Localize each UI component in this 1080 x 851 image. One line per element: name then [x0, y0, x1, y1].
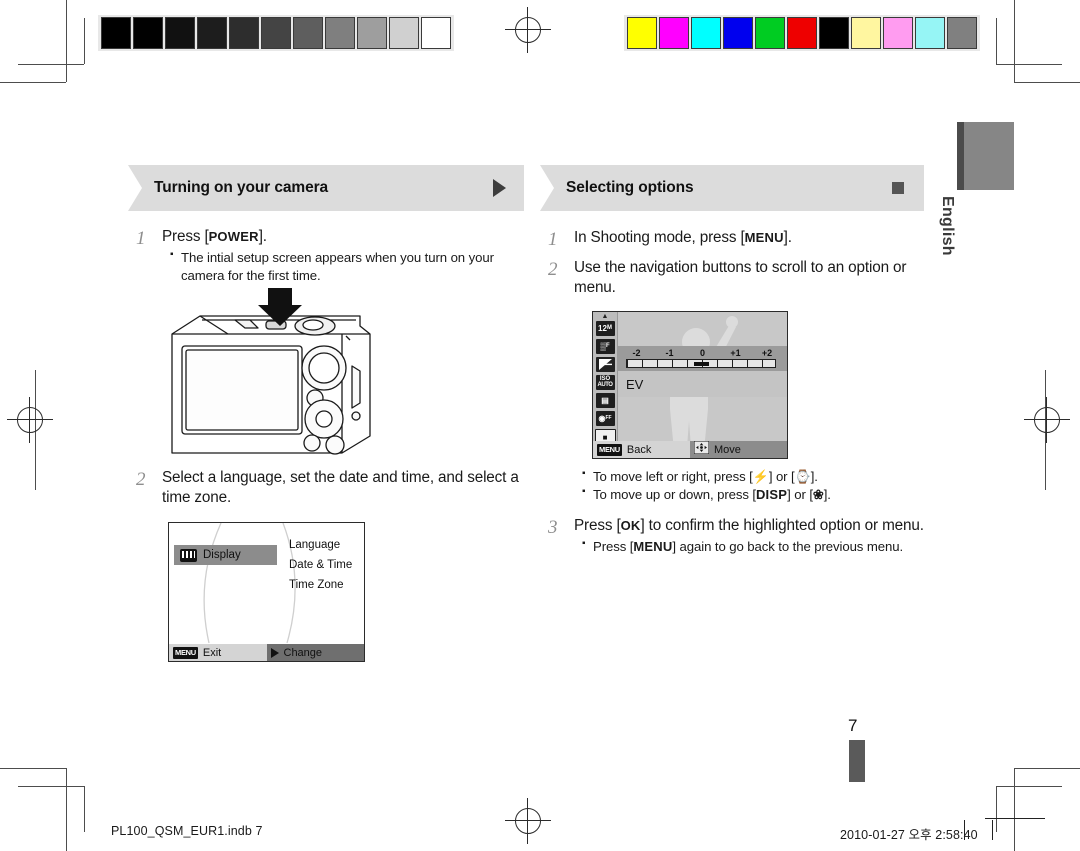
column-left-step2-wrap: 2 Select a language, set the date and ti…	[128, 468, 528, 509]
step-text: Press [POWER].	[162, 228, 267, 245]
bottom-bar-back-label: Back	[626, 443, 652, 456]
bullet-move-left-right: To move left or right, press [⚡] or [⌚].	[582, 467, 940, 486]
submenu-item-time-zone[interactable]: Time Zone	[289, 575, 352, 595]
ev-value-marker[interactable]	[694, 362, 709, 366]
footer-timestamp: 2010-01-27 오후 2:58:40	[840, 828, 978, 842]
chevron-up-icon[interactable]: ▲	[602, 313, 609, 320]
ev-scale-ticks: -2 -1 0 +1 +2	[626, 348, 776, 358]
ev-exposure-icon[interactable]	[595, 356, 615, 372]
section-title: Selecting options	[566, 179, 694, 196]
footer-rule	[985, 818, 1045, 819]
ev-option-label: EV	[626, 376, 644, 392]
page-number-bar	[849, 740, 865, 782]
section-header-selecting-options: Selecting options	[540, 165, 924, 211]
menu-chip-icon: MENU	[173, 646, 198, 659]
step-bullet: Press [MENU] again to go back to the pre…	[582, 537, 940, 556]
ev-bottom-bar: MENU Back Move	[593, 440, 787, 459]
ev-tick-label: -1	[665, 348, 674, 358]
display-icon	[180, 548, 197, 562]
step-number: 1	[548, 229, 558, 250]
iso-auto-icon[interactable]: ISO AUTO	[595, 374, 615, 390]
footer-filename: PL100_QSM_EUR1.indb 7	[111, 824, 263, 838]
section-header-turning-on: Turning on your camera	[128, 165, 524, 211]
square-icon	[892, 182, 904, 194]
bottom-bar-move-label: Move	[714, 443, 741, 456]
ev-option-screenshot: ▲ 12M ▒F ISOAUTO ▤ ◉FF ■ ▼ -2 -1 0 +1 +2	[592, 311, 788, 459]
ev-tick-label: +1	[730, 348, 741, 358]
step-2: 2 Use the navigation buttons to scroll t…	[540, 258, 940, 299]
column-left: Turning on your camera 1 Press [POWER]. …	[128, 165, 528, 284]
submenu-item-language[interactable]: Language	[289, 535, 352, 555]
face-detection-off-icon[interactable]: ◉ FF	[595, 410, 615, 426]
navigation-bullets: To move left or right, press [⚡] or [⌚].…	[540, 467, 940, 504]
menu-bottom-bar: MENU Exit Change	[169, 644, 364, 661]
camera-illustration	[160, 288, 390, 468]
triangle-right-icon	[270, 647, 279, 658]
step-number: 3	[548, 517, 558, 539]
column-right: Selecting options 1 In Shooting mode, pr…	[540, 165, 940, 298]
timer-icon: ⌚	[794, 469, 811, 484]
footer-tick	[992, 820, 993, 840]
menu-item-display[interactable]: Display	[174, 545, 277, 565]
ev-option-label-row: EV	[618, 371, 787, 397]
bottom-bar-exit[interactable]: MENU Exit	[169, 644, 267, 661]
language-tab-label: English	[939, 196, 956, 256]
step-bullet: The intial setup screen appears when you…	[170, 248, 528, 284]
step-3: 3 Press [OK] to confirm the highlighted …	[540, 516, 940, 556]
bottom-bar-exit-label: Exit	[202, 646, 222, 659]
step-text: Press [OK] to confirm the highlighted op…	[574, 517, 924, 535]
dpad-icon	[693, 440, 710, 459]
footer-tick	[964, 820, 965, 840]
ev-tick-label: -2	[632, 348, 641, 358]
ev-scale[interactable]: -2 -1 0 +1 +2	[626, 348, 776, 370]
language-tab-block	[957, 122, 1014, 190]
bottom-bar-move[interactable]: Move	[690, 440, 787, 459]
column-right-lower: To move left or right, press [⚡] or [⌚].…	[540, 467, 940, 556]
bullet-move-up-down: To move up or down, press [DISP] or [❀].	[582, 485, 940, 504]
resolution-12m-icon[interactable]: 12 M	[595, 320, 615, 336]
step-text: Select a language, set the date and time…	[162, 469, 519, 507]
step-number: 2	[548, 258, 558, 280]
manual-page: Turning on your camera 1 Press [POWER]. …	[0, 0, 1080, 851]
ev-tick-label: 0	[699, 348, 706, 358]
ev-tick-label: +2	[761, 348, 773, 358]
menu-chip-icon: MENU	[597, 443, 622, 456]
submenu-item-date-time[interactable]: Date & Time	[289, 555, 352, 575]
step-1: 1 In Shooting mode, press [MENU].	[540, 228, 940, 252]
ev-sidebar: ▲ 12M ▒F ISOAUTO ▤ ◉FF ■ ▼	[593, 312, 618, 458]
submenu-list: Language Date & Time Time Zone	[289, 535, 352, 595]
bottom-bar-change[interactable]: Change	[266, 644, 364, 661]
page-number: 7	[848, 716, 858, 735]
step-2: 2 Select a language, set the date and ti…	[128, 468, 528, 509]
step-1: 1 Press [POWER]. The intial setup screen…	[128, 227, 528, 284]
menu-item-label: Display	[203, 549, 241, 561]
section-title: Turning on your camera	[154, 179, 329, 196]
bottom-bar-change-label: Change	[283, 646, 323, 659]
display-menu-screenshot: Display Language Date & Time Time Zone M…	[168, 522, 365, 662]
step-text: In Shooting mode, press [MENU].	[574, 229, 792, 246]
macro-flower-icon: ❀	[812, 486, 824, 502]
camera-rear-view-drawing	[171, 288, 371, 455]
bottom-bar-back[interactable]: MENU Back	[593, 441, 690, 458]
step-number: 1	[136, 228, 146, 249]
white-balance-icon[interactable]: ▤	[595, 392, 615, 408]
flash-icon: ⚡	[752, 469, 769, 484]
quality-f-icon[interactable]: ▒ F	[595, 338, 615, 354]
step-number: 2	[136, 469, 146, 490]
triangle-right-icon	[493, 179, 506, 197]
step-text: Use the navigation buttons to scroll to …	[574, 258, 907, 297]
